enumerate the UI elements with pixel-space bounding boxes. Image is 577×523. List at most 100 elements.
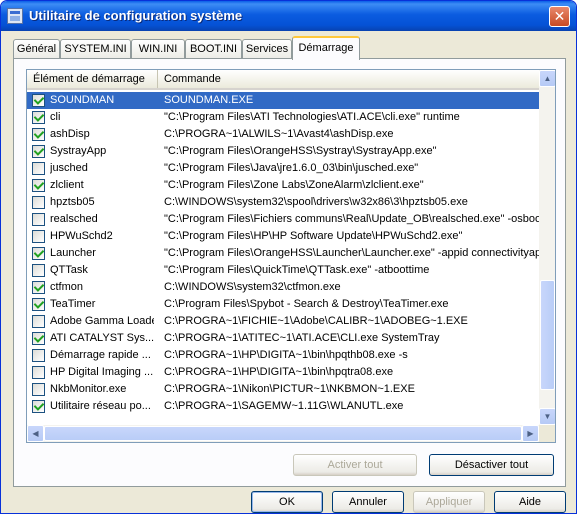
startup-item-name: hpztsb05	[50, 196, 95, 208]
list-item[interactable]: jusched "C:\Program Files\Java\jre1.6.0_0…	[27, 160, 539, 177]
scrollbar-corner	[539, 425, 555, 442]
list-item[interactable]: realsched "C:\Program Files\Fichiers comm…	[27, 211, 539, 228]
list-item[interactable]: HP Digital Imaging ... C:\PROGRA~1\HP\DIG…	[27, 364, 539, 381]
startup-item-name: zlclient	[50, 179, 84, 191]
startup-item-name: ctfmon	[50, 281, 84, 293]
list-item[interactable]: Launcher "C:\Program Files\OrangeHSS\Laun…	[27, 245, 539, 262]
list-item[interactable]: SystrayApp "C:\Program Files\OrangeHSS\Sy…	[27, 143, 539, 160]
startup-item-name: Launcher	[50, 247, 96, 259]
tab-win-ini[interactable]: WIN.INI	[131, 39, 185, 59]
startup-item-checkbox[interactable]	[32, 281, 45, 294]
help-button[interactable]: Aide	[494, 491, 566, 513]
startup-item-checkbox[interactable]	[32, 128, 45, 141]
startup-item-name: SOUNDMAN	[50, 94, 115, 106]
startup-item-name: cli	[50, 111, 61, 123]
startup-item-command: "C:\Program Files\OrangeHSS\Launcher\Lau…	[164, 247, 539, 259]
startup-item-command: "C:\Program Files\Zone Labs\ZoneAlarm\zl…	[164, 179, 424, 191]
startup-item-checkbox[interactable]	[32, 332, 45, 345]
startup-item-command: "C:\Program Files\ATI Technologies\ATI.A…	[164, 111, 460, 123]
scroll-right-button[interactable]: ▶	[522, 425, 539, 442]
list-header: Élément de démarrage Commande	[27, 70, 539, 90]
list-item[interactable]: ATI CATALYST Sys... C:\PROGRA~1\ATITEC~1\…	[27, 330, 539, 347]
list-rows: SOUNDMAN SOUNDMAN.EXE cli "C:\Program Files…	[27, 92, 539, 424]
startup-item-name: HPWuSchd2	[50, 230, 113, 242]
startup-item-checkbox[interactable]	[32, 298, 45, 311]
startup-item-checkbox[interactable]	[32, 366, 45, 379]
startup-item-checkbox[interactable]	[32, 264, 45, 277]
startup-item-checkbox[interactable]	[32, 145, 45, 158]
list-item[interactable]: SOUNDMAN SOUNDMAN.EXE	[27, 92, 539, 109]
list-item[interactable]: NkbMonitor.exe C:\PROGRA~1\Nikon\PICTUR~1…	[27, 381, 539, 398]
list-item[interactable]: Adobe Gamma Loader C:\PROGRA~1\FICHIE~1\A…	[27, 313, 539, 330]
startup-item-checkbox[interactable]	[32, 196, 45, 209]
startup-item-name: Adobe Gamma Loader	[50, 315, 154, 327]
startup-item-command: C:\PROGRA~1\FICHIE~1\Adobe\CALIBR~1\ADOB…	[164, 315, 468, 327]
tab-startup[interactable]: Démarrage	[292, 36, 360, 60]
startup-item-command: C:\PROGRA~1\ALWILS~1\Avast4\ashDisp.exe	[164, 128, 394, 140]
startup-item-checkbox[interactable]	[32, 383, 45, 396]
startup-item-command: "C:\Program Files\HP\HP Software Update\…	[164, 230, 463, 242]
list-item[interactable]: hpztsb05 C:\WINDOWS\system32\spool\driver…	[27, 194, 539, 211]
startup-item-checkbox[interactable]	[32, 400, 45, 413]
vertical-scrollbar[interactable]: ▲ ▼	[539, 70, 555, 425]
startup-item-command: "C:\Program Files\Fichiers communs\Real\…	[164, 213, 539, 225]
startup-item-name: jusched	[50, 162, 88, 174]
tab-general[interactable]: Général	[13, 39, 60, 59]
ok-button[interactable]: OK	[251, 491, 323, 513]
startup-list[interactable]: Élément de démarrage Commande SOUNDMAN SO…	[26, 69, 556, 443]
startup-item-command: "C:\Program Files\Java\jre1.6.0_03\bin\j…	[164, 162, 419, 174]
startup-item-name: Démarrage rapide ...	[50, 349, 151, 361]
startup-item-command: C:\PROGRA~1\SAGEMW~1.11G\WLANUTL.exe	[164, 400, 404, 412]
column-header-command[interactable]: Commande	[158, 70, 539, 88]
startup-item-checkbox[interactable]	[32, 111, 45, 124]
list-item[interactable]: zlclient "C:\Program Files\Zone Labs\Zone…	[27, 177, 539, 194]
list-item[interactable]: ctfmon C:\WINDOWS\system32\ctfmon.exe	[27, 279, 539, 296]
apply-button[interactable]: Appliquer	[413, 491, 485, 513]
startup-item-checkbox[interactable]	[32, 162, 45, 175]
horizontal-scrollbar[interactable]: ◀ ▶	[27, 425, 539, 442]
startup-item-name: NkbMonitor.exe	[50, 383, 127, 395]
scroll-down-button[interactable]: ▼	[539, 408, 555, 425]
tab-system-ini[interactable]: SYSTEM.INI	[60, 39, 131, 59]
scroll-up-button[interactable]: ▲	[539, 70, 555, 87]
startup-panel: Élément de démarrage Commande SOUNDMAN SO…	[13, 58, 566, 487]
list-item[interactable]: HPWuSchd2 "C:\Program Files\HP\HP Softwar…	[27, 228, 539, 245]
enable-all-button[interactable]: Activer tout	[293, 454, 417, 476]
startup-item-checkbox[interactable]	[32, 94, 45, 107]
close-button[interactable]: ✕	[549, 6, 570, 27]
startup-item-checkbox[interactable]	[32, 179, 45, 192]
window-title: Utilitaire de configuration système	[29, 8, 243, 23]
startup-item-checkbox[interactable]	[32, 315, 45, 328]
startup-item-command: C:\PROGRA~1\Nikon\PICTUR~1\NKBMON~1.EXE	[164, 383, 415, 395]
startup-item-name: ATI CATALYST Sys...	[50, 332, 154, 344]
msconfig-window: Utilitaire de configuration système ✕ Gé…	[0, 0, 577, 514]
list-item[interactable]: Utilitaire réseau po... C:\PROGRA~1\SAGEM…	[27, 398, 539, 415]
startup-item-name: realsched	[50, 213, 98, 225]
app-icon	[7, 8, 23, 24]
list-item[interactable]: Démarrage rapide ... C:\PROGRA~1\HP\DIGIT…	[27, 347, 539, 364]
startup-item-checkbox[interactable]	[32, 349, 45, 362]
scroll-left-button[interactable]: ◀	[27, 425, 44, 442]
tab-services[interactable]: Services	[242, 39, 292, 59]
startup-item-name: Utilitaire réseau po...	[50, 400, 151, 412]
list-item[interactable]: cli "C:\Program Files\ATI Technologies\AT…	[27, 109, 539, 126]
cancel-button[interactable]: Annuler	[332, 491, 404, 513]
list-item[interactable]: QTTask "C:\Program Files\QuickTime\QTTask…	[27, 262, 539, 279]
startup-item-checkbox[interactable]	[32, 213, 45, 226]
column-header-startup-item[interactable]: Élément de démarrage	[27, 70, 158, 88]
title-bar[interactable]: Utilitaire de configuration système ✕	[1, 1, 576, 31]
tab-boot-ini[interactable]: BOOT.INI	[185, 39, 242, 59]
vertical-scroll-thumb[interactable]	[540, 280, 555, 390]
disable-all-button[interactable]: Désactiver tout	[429, 454, 554, 476]
list-item[interactable]: TeaTimer C:\Program Files\Spybot - Search…	[27, 296, 539, 313]
startup-item-name: ashDisp	[50, 128, 90, 140]
startup-item-checkbox[interactable]	[32, 230, 45, 243]
horizontal-scroll-thumb[interactable]	[44, 426, 522, 441]
startup-item-name: SystrayApp	[50, 145, 107, 157]
list-item[interactable]: ashDisp C:\PROGRA~1\ALWILS~1\Avast4\ashDi…	[27, 126, 539, 143]
startup-item-command: "C:\Program Files\QuickTime\QTTask.exe" …	[164, 264, 430, 276]
startup-item-checkbox[interactable]	[32, 247, 45, 260]
startup-item-name: TeaTimer	[50, 298, 96, 310]
startup-item-command: C:\WINDOWS\system32\ctfmon.exe	[164, 281, 341, 293]
startup-item-command: C:\WINDOWS\system32\spool\drivers\w32x86…	[164, 196, 468, 208]
